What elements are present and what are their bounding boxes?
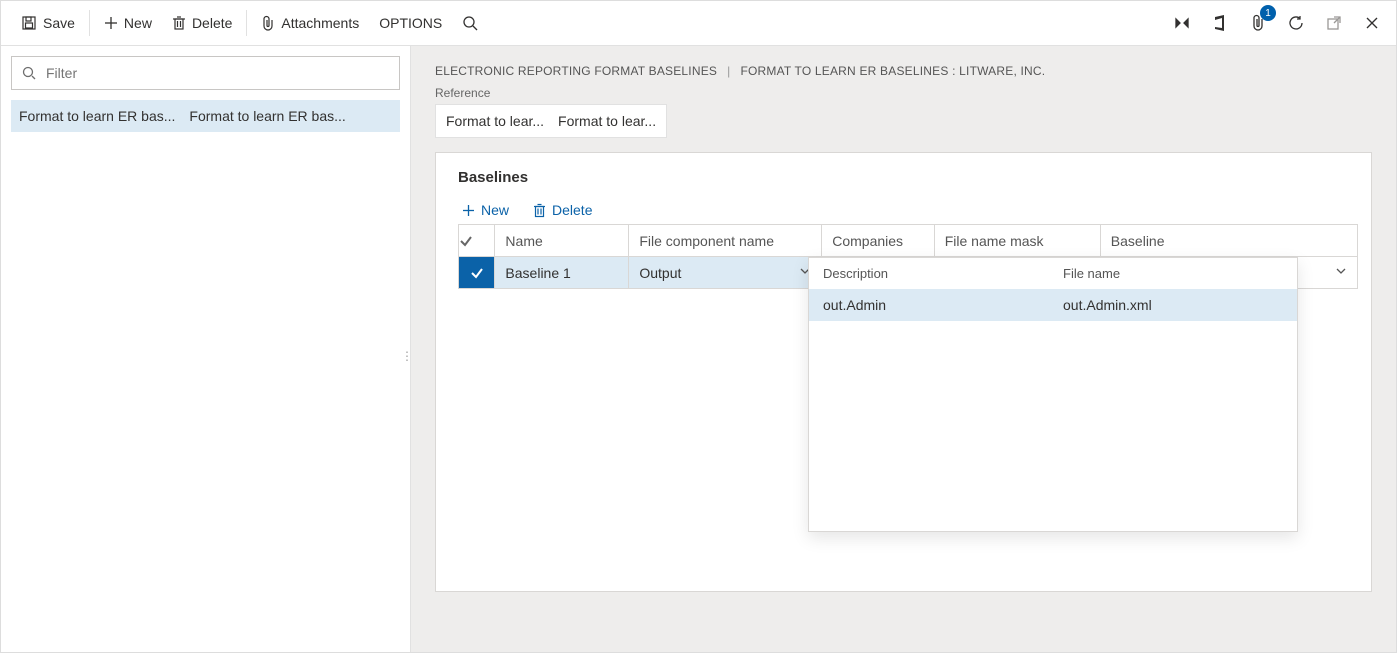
attachments-button[interactable]: Attachments [251, 6, 369, 40]
cell-file-component-value: Output [639, 265, 681, 281]
new-label: New [124, 15, 152, 31]
reference-label: Reference [411, 86, 1396, 100]
attachments-badge: 1 [1260, 5, 1276, 21]
options-button[interactable]: OPTIONS [369, 6, 452, 40]
reference-v2: Format to lear... [558, 113, 656, 129]
sidebar-item-col1: Format to learn ER bas... [19, 108, 175, 124]
baselines-new-label: New [481, 202, 509, 218]
breadcrumb: ELECTRONIC REPORTING FORMAT BASELINES | … [411, 46, 1396, 86]
main-toolbar: Save New Delete Attachments OPTIONS [1, 1, 1396, 46]
trash-icon [533, 203, 546, 218]
col-file-component[interactable]: File component name [629, 225, 822, 257]
delete-label: Delete [192, 15, 232, 31]
save-label: Save [43, 15, 75, 31]
connector-icon[interactable] [1168, 9, 1196, 37]
baselines-new-button[interactable]: New [458, 200, 513, 220]
baselines-card: Baselines New Delete [435, 152, 1372, 592]
separator [246, 10, 247, 36]
col-companies[interactable]: Companies [822, 225, 935, 257]
save-button[interactable]: Save [11, 6, 85, 40]
filter-field[interactable] [44, 64, 389, 82]
sidebar-item-format[interactable]: Format to learn ER bas... Format to lear… [11, 100, 400, 132]
reference-v1: Format to lear... [446, 113, 544, 129]
paperclip-icon [261, 15, 275, 31]
plus-icon [104, 16, 118, 30]
attachments-indicator[interactable]: 1 [1244, 9, 1272, 37]
chevron-down-icon [1335, 265, 1347, 277]
attachments-label: Attachments [281, 15, 359, 31]
breadcrumb-sep: | [727, 64, 730, 78]
dropdown-col-description: Description [823, 266, 1063, 281]
baselines-delete-label: Delete [552, 202, 592, 218]
baselines-title: Baselines [458, 169, 1349, 186]
dropdown-item-desc: out.Admin [823, 297, 1063, 313]
dropdown-item[interactable]: out.Admin out.Admin.xml [809, 289, 1297, 321]
filter-icon [22, 66, 36, 80]
new-button[interactable]: New [94, 6, 162, 40]
cell-name[interactable]: Baseline 1 [495, 257, 629, 289]
save-icon [21, 15, 37, 31]
breadcrumb-leaf: FORMAT TO LEARN ER BASELINES : LITWARE, … [740, 64, 1045, 78]
sidebar: Format to learn ER bas... Format to lear… [1, 46, 411, 652]
dropdown-empty [809, 321, 1297, 531]
options-label: OPTIONS [379, 15, 442, 31]
baselines-delete-button[interactable]: Delete [529, 200, 596, 220]
cell-file-component[interactable]: Output [629, 257, 822, 289]
main-area: ELECTRONIC REPORTING FORMAT BASELINES | … [411, 46, 1396, 652]
dropdown-col-filename: File name [1063, 266, 1120, 281]
col-select[interactable] [459, 225, 495, 257]
breadcrumb-root[interactable]: ELECTRONIC REPORTING FORMAT BASELINES [435, 64, 717, 78]
col-file-mask[interactable]: File name mask [934, 225, 1100, 257]
search-icon [462, 15, 478, 31]
trash-icon [172, 15, 186, 31]
col-baseline[interactable]: Baseline [1100, 225, 1357, 257]
row-selector[interactable] [459, 257, 495, 289]
reference-value[interactable]: Format to lear... Format to lear... [435, 104, 667, 138]
dropdown-item-file: out.Admin.xml [1063, 297, 1152, 313]
sidebar-item-col2: Format to learn ER bas... [189, 108, 345, 124]
filter-input[interactable] [11, 56, 400, 90]
search-button[interactable] [452, 6, 488, 40]
col-name[interactable]: Name [495, 225, 629, 257]
plus-icon [462, 204, 475, 217]
popout-button[interactable] [1320, 9, 1348, 37]
close-button[interactable] [1358, 9, 1386, 37]
separator [89, 10, 90, 36]
office-icon[interactable] [1206, 9, 1234, 37]
refresh-button[interactable] [1282, 9, 1310, 37]
baseline-dropdown: Description File name out.Admin out.Admi… [808, 257, 1298, 532]
delete-button[interactable]: Delete [162, 6, 242, 40]
